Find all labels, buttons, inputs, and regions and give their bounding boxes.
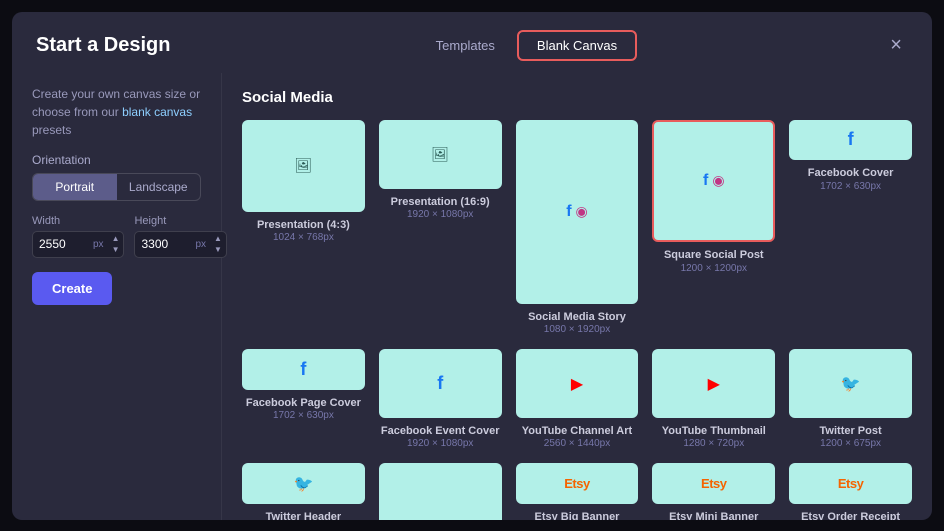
- create-button[interactable]: Create: [32, 272, 112, 305]
- card-dims-facebook-cover: 1702 × 630px: [820, 181, 881, 192]
- height-input[interactable]: [135, 232, 195, 256]
- card-dims-social-story: 1080 × 1920px: [544, 324, 610, 335]
- card-label-twitter-header: Twitter Header: [266, 510, 342, 519]
- card-facebook-event[interactable]: f Facebook Event Cover 1920 × 1080px: [379, 349, 502, 449]
- card-thumb-facebook-event: f: [379, 349, 502, 418]
- card-dims-facebook-event: 1920 × 1080px: [407, 438, 473, 449]
- card-dims-presentation-43: 1024 × 768px: [273, 232, 334, 243]
- cards-grid: 🖼 Presentation (4:3) 1024 × 768px 🖼 Pres…: [242, 120, 912, 520]
- card-presentation-43[interactable]: 🖼 Presentation (4:3) 1024 × 768px: [242, 120, 365, 335]
- card-thumb-facebook-page: f: [242, 349, 365, 390]
- modal-title: Start a Design: [36, 34, 170, 57]
- card-facebook-cover[interactable]: f Facebook Cover 1702 × 630px: [789, 120, 912, 335]
- modal-body: Create your own canvas size or choose fr…: [12, 73, 932, 520]
- card-label-presentation-43: Presentation (4:3): [257, 218, 350, 232]
- orientation-label: Orientation: [32, 153, 201, 167]
- card-thumb-facebook-cover: f: [789, 120, 912, 161]
- card-presentation-169[interactable]: 🖼 Presentation (16:9) 1920 × 1080px: [379, 120, 502, 335]
- card-dims-youtube-art: 2560 × 1440px: [544, 438, 610, 449]
- portrait-button[interactable]: Portrait: [33, 174, 117, 200]
- height-group: Height px ▲ ▼: [134, 215, 226, 258]
- tab-blank-canvas[interactable]: Blank Canvas: [517, 30, 637, 61]
- section-title: Social Media: [242, 89, 912, 106]
- card-thumb-etsy-mini: Etsy: [652, 463, 775, 504]
- card-pinterest-pin[interactable]: P Pinterest Pin 1000 × 1500px: [379, 463, 502, 519]
- card-etsy-big[interactable]: Etsy Etsy Big Banner 3360 × 840px: [516, 463, 639, 519]
- card-label-facebook-page: Facebook Page Cover: [246, 396, 361, 410]
- card-label-presentation-169: Presentation (16:9): [391, 195, 490, 209]
- modal-header: Start a Design Templates Blank Canvas ×: [12, 12, 932, 73]
- orientation-buttons: Portrait Landscape: [32, 173, 201, 201]
- card-thumb-pinterest-pin: P: [379, 463, 502, 519]
- card-thumb-social-story: f◉: [516, 120, 639, 304]
- card-twitter-post[interactable]: 🐦 Twitter Post 1200 × 675px: [789, 349, 912, 449]
- sidebar-description: Create your own canvas size or choose fr…: [32, 85, 201, 139]
- card-facebook-page[interactable]: f Facebook Page Cover 1702 × 630px: [242, 349, 365, 449]
- dimensions-row: Width px ▲ ▼ Height: [32, 215, 201, 258]
- card-dims-facebook-page: 1702 × 630px: [273, 410, 334, 421]
- card-label-twitter-post: Twitter Post: [820, 424, 882, 438]
- card-thumb-presentation-43: 🖼: [242, 120, 365, 212]
- orientation-section: Orientation Portrait Landscape: [32, 153, 201, 201]
- landscape-button[interactable]: Landscape: [117, 174, 201, 200]
- card-thumb-etsy-receipt: Etsy: [789, 463, 912, 504]
- main-content: Social Media 🖼 Presentation (4:3) 1024 ×…: [222, 73, 932, 520]
- card-label-facebook-cover: Facebook Cover: [808, 166, 894, 180]
- card-thumb-twitter-header: 🐦: [242, 463, 365, 504]
- card-dims-twitter-post: 1200 × 675px: [820, 438, 881, 449]
- height-input-wrap: px ▲ ▼: [134, 231, 226, 258]
- card-dims-square-social: 1200 × 1200px: [681, 263, 747, 274]
- tabs: Templates Blank Canvas: [418, 30, 637, 61]
- width-label: Width: [32, 215, 124, 227]
- card-label-square-social: Square Social Post: [664, 248, 764, 262]
- width-spinner: ▲ ▼: [108, 232, 124, 257]
- modal-overlay: Start a Design Templates Blank Canvas × …: [0, 0, 944, 531]
- close-button[interactable]: ×: [884, 33, 908, 57]
- card-label-youtube-art: YouTube Channel Art: [522, 424, 632, 438]
- width-unit: px: [93, 239, 108, 250]
- card-thumb-twitter-post: 🐦: [789, 349, 912, 418]
- card-twitter-header[interactable]: 🐦 Twitter Header 1500 × 500px: [242, 463, 365, 519]
- width-group: Width px ▲ ▼: [32, 215, 124, 258]
- sidebar: Create your own canvas size or choose fr…: [12, 73, 222, 520]
- width-up[interactable]: ▲: [111, 234, 121, 244]
- card-label-etsy-mini: Etsy Mini Banner: [669, 510, 758, 519]
- card-dims-youtube-thumb: 1280 × 720px: [683, 438, 744, 449]
- card-dims-presentation-169: 1920 × 1080px: [407, 209, 473, 220]
- card-etsy-mini[interactable]: Etsy Etsy Mini Banner 3360 × 448px: [652, 463, 775, 519]
- card-label-social-story: Social Media Story: [528, 310, 626, 324]
- height-label: Height: [134, 215, 226, 227]
- card-label-youtube-thumb: YouTube Thumbnail: [662, 424, 766, 438]
- card-social-story[interactable]: f◉ Social Media Story 1080 × 1920px: [516, 120, 639, 335]
- modal: Start a Design Templates Blank Canvas × …: [12, 12, 932, 520]
- card-youtube-art[interactable]: ▶ YouTube Channel Art 2560 × 1440px: [516, 349, 639, 449]
- card-youtube-thumb[interactable]: ▶ YouTube Thumbnail 1280 × 720px: [652, 349, 775, 449]
- width-input[interactable]: [33, 232, 93, 256]
- card-label-etsy-receipt: Etsy Order Receipt Banner: [789, 510, 912, 519]
- blank-canvas-link[interactable]: blank canvas: [122, 105, 192, 119]
- card-label-facebook-event: Facebook Event Cover: [381, 424, 500, 438]
- card-thumb-youtube-thumb: ▶: [652, 349, 775, 418]
- card-label-etsy-big: Etsy Big Banner: [535, 510, 620, 519]
- width-down[interactable]: ▼: [111, 245, 121, 255]
- tab-templates[interactable]: Templates: [418, 30, 513, 61]
- height-unit: px: [195, 239, 210, 250]
- card-square-social[interactable]: f◉ Square Social Post 1200 × 1200px: [652, 120, 775, 335]
- card-thumb-youtube-art: ▶: [516, 349, 639, 418]
- card-etsy-receipt[interactable]: Etsy Etsy Order Receipt Banner 760 × 100…: [789, 463, 912, 519]
- card-thumb-presentation-169: 🖼: [379, 120, 502, 189]
- card-thumb-etsy-big: Etsy: [516, 463, 639, 504]
- width-input-wrap: px ▲ ▼: [32, 231, 124, 258]
- card-thumb-square-social: f◉: [652, 120, 775, 243]
